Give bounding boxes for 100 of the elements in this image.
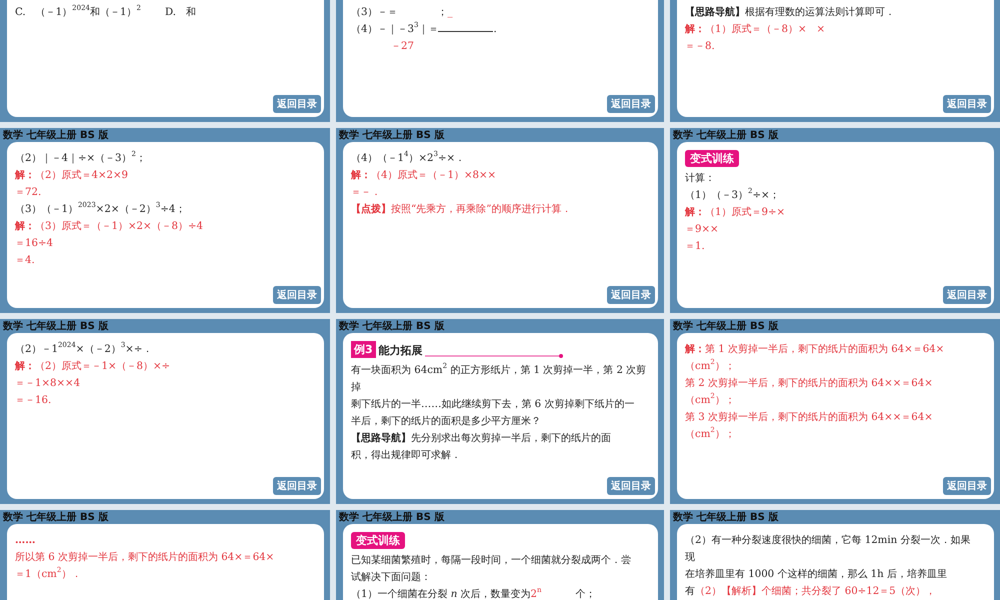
- question-text: （4）（－1$^{4}$）×2$^{3}$÷×．: [351, 150, 466, 166]
- question-text: 有: [685, 585, 695, 599]
- question-text: （2）－1$^{2024}$×（－2）$^{3}$×÷．: [15, 341, 152, 357]
- back-to-contents-button[interactable]: 返回目录: [273, 95, 321, 113]
- question-text: 试解决下面问题：: [351, 570, 431, 585]
- answer-blank: 2$^{n}$: [530, 586, 576, 600]
- answer-text: ＝1.: [685, 240, 705, 254]
- back-to-contents-button[interactable]: 返回目录: [273, 286, 321, 304]
- question-text: 在培养皿里有 1000 个这样的细菌，那么 1h 后，培养皿里: [685, 568, 947, 582]
- answer-text: （1）原式＝（－8）× ×: [705, 22, 826, 37]
- slide-header: 数学 七年级上册 BS 版: [3, 128, 108, 142]
- answer-text: 按照“先乘方，再乘除”的顺序进行计算．: [391, 202, 572, 217]
- slide-card[interactable]: 【思路导航】根据有理数的运算法则计算即可． 解：（1）原式＝（－8）× × ＝－8. 返回目录: [677, 0, 994, 117]
- answer-text: （2）【解析】个细菌；共分裂了 60÷12＝5（次），: [695, 584, 936, 599]
- slide-card[interactable]: 变式训练 已知某细菌繁殖时，每隔一段时间，一个细菌就分裂成两个．尝 试解决下面问题： （1）一个细菌在分裂 n 次后，数量变为2$^{n}$ 个；: [343, 524, 658, 600]
- answer-text: （cm$^{2}$）；: [685, 358, 735, 374]
- question-text: ；: [437, 6, 448, 20]
- question-text: （2）｜－4｜÷×（－3）$^{2}$；: [15, 150, 146, 166]
- slide-header: 数学 七年级上册 BS 版: [673, 510, 778, 524]
- slide-card[interactable]: 变式训练 计算： （1）（－3）$^{2}$÷×； 解：（1）原式＝9÷× ＝9×× ＝1. 返回目录: [677, 142, 994, 308]
- slide-card[interactable]: （4）（－1$^{4}$）×2$^{3}$÷×． 解：（4）原式＝（－1）×8×× ＝－． 【点拨】按照“先乘方，再乘除”的顺序进行计算． 返回目录: [343, 142, 658, 308]
- question-text: 已知某细菌繁殖时，每隔一段时间，一个细菌就分裂成两个．尝: [351, 554, 631, 568]
- back-to-contents-button[interactable]: 返回目录: [943, 95, 991, 113]
- question-text: （3）（－1）$^{2023}$×2×（－2）$^{3}$÷4；: [15, 201, 186, 217]
- question-text: （2）有一种分裂速度很快的细菌，它每 12min 分裂一次．如果: [685, 534, 970, 548]
- option-text: D. 和: [165, 6, 198, 20]
- back-to-contents-button[interactable]: 返回目录: [607, 477, 655, 495]
- question-text: （3）－＝: [351, 6, 398, 20]
- question-text: 先分别求出每次剪掉一半后，剩下的纸片的面: [411, 432, 611, 446]
- section-tag: 变式训练: [351, 532, 405, 549]
- slide-card[interactable]: C. （－1）$^{2024}$和（－1）$^{2}$ D. 和 返回目录: [7, 0, 324, 117]
- question-text: 个；: [576, 588, 596, 600]
- slide-card[interactable]: 例3 能力拓展 有一块面积为 64cm$^{2}$ 的正方形纸片，第 1 次剪掉一半，第 2 次剪 掉 剩下纸片的一半……如此继续剪下去，第 6 次剪掉剩下纸片的一 半后，剩下的纸片的面积是多少平方厘米？ 【思路导航】先分别求出每次剪掉一半后，剩下的纸片的面 积，得出规律即可求解． 返回目录: [343, 333, 658, 499]
- answer-text: （1）原式＝9÷×: [705, 206, 786, 220]
- example-number: 例3: [351, 341, 376, 358]
- question-text: 半后，剩下的纸片的面积是多少平方厘米？: [351, 414, 541, 429]
- solution-label: 解：: [685, 22, 705, 37]
- back-to-contents-button[interactable]: 返回目录: [943, 477, 991, 495]
- answer-text: （4）原式＝（－1）×8××: [371, 168, 496, 183]
- slide-header: 数学 七年级上册 BS 版: [339, 320, 444, 333]
- back-to-contents-button[interactable]: 返回目录: [943, 286, 991, 304]
- answer-text: （2）原式＝4×2×9: [35, 168, 128, 183]
- slide-header: 数学 七年级上册 BS 版: [673, 128, 778, 142]
- question-text: 掉: [351, 380, 361, 395]
- tip-label: 【点拨】: [351, 202, 391, 217]
- answer-text: 所以第 6 次剪掉一半后，剩下的纸片的面积为 64×＝64×: [15, 550, 274, 565]
- hint-label: 【思路导航】: [351, 431, 411, 446]
- solution-label: 解：: [351, 168, 371, 183]
- question-text: （1）（－3）$^{2}$÷×；: [685, 187, 780, 203]
- option-text: C. （－1）$^{2024}$和（－1）$^{2}$: [15, 4, 142, 20]
- answer-text: （cm$^{2}$）；: [685, 392, 735, 408]
- answer-text: ＝4.: [15, 254, 35, 268]
- answer-text: 第 1 次剪掉一半后，剩下的纸片的面积为 64×＝64×: [705, 342, 944, 357]
- back-to-contents-button[interactable]: 返回目录: [607, 95, 655, 113]
- question-text: .: [493, 23, 497, 37]
- question-text: 有一块面积为 64cm$^{2}$ 的正方形纸片，第 1 次剪掉一半，第 2 次剪: [351, 362, 646, 378]
- example-title: 能力拓展: [378, 343, 423, 358]
- back-to-contents-button[interactable]: 返回目录: [607, 286, 655, 304]
- question-text: 剩下纸片的一半……如此继续剪下去，第 6 次剪掉剩下纸片的一: [351, 398, 634, 412]
- slide-card[interactable]: （2）有一种分裂速度很快的细菌，它每 12min 分裂一次．如果 现 在培养皿里有 1000 个这样的细菌，那么 1h 后，培养皿里 有（2）【解析】个细菌；共分裂了 60÷12＝5（次），: [677, 524, 994, 600]
- answer-text: ＝72.: [15, 186, 42, 200]
- question-text: 积，得出规律即可求解．: [351, 448, 461, 463]
- question-text: （4）－｜－3$^{3}$｜＝: [351, 21, 438, 37]
- answer-text: 第 2 次剪掉一半后，剩下的纸片的面积为 64××＝64×: [685, 376, 933, 391]
- slide-header: 数学 七年级上册 BS 版: [3, 320, 108, 333]
- answer-text: －27: [391, 40, 414, 54]
- slide-header: 数学 七年级上册 BS 版: [339, 128, 444, 142]
- solution-label: 解：: [15, 168, 35, 183]
- solution-label: 解：: [15, 219, 35, 234]
- slide-header: 数学 七年级上册 BS 版: [339, 510, 444, 524]
- answer-text: _: [447, 6, 453, 20]
- answer-text: （3）原式＝（－1）×2×（－8）÷4: [35, 220, 204, 234]
- answer-text: ＝1（cm$^{2}$）．: [15, 566, 82, 582]
- solution-label: 解：: [685, 205, 705, 220]
- answer-text: （cm$^{2}$）；: [685, 426, 735, 442]
- slide-card[interactable]: 解：第 1 次剪掉一半后，剩下的纸片的面积为 64×＝64× （cm$^{2}$）； 第 2 次剪掉一半后，剩下的纸片的面积为 64××＝64× （cm$^{2}$）； 第 3 次剪掉一半后，剩下的纸片的面积为 64××＝64× （cm$^{2}$）； 返回目录: [677, 333, 994, 499]
- slide-header: 数学 七年级上册 BS 版: [673, 320, 778, 333]
- answer-text: ＝－16.: [15, 394, 52, 408]
- section-tag: 变式训练: [685, 150, 739, 167]
- answer-text: ＝－1×8××4: [15, 377, 80, 391]
- question-text: （1）一个细菌在分裂 n 次后，数量变为: [351, 588, 531, 600]
- back-to-contents-button[interactable]: 返回目录: [273, 477, 321, 495]
- slide-header: 数学 七年级上册 BS 版: [3, 510, 108, 524]
- tip-label: ……: [15, 533, 36, 548]
- solution-label: 解：: [685, 342, 705, 357]
- question-text: 根据有理数的运算法则计算即可．: [745, 6, 895, 20]
- question-text: 计算：: [685, 172, 715, 186]
- answer-text: ＝16÷4: [15, 237, 53, 251]
- solution-label: 解：: [15, 359, 35, 374]
- answer-text: 第 3 次剪掉一半后，剩下的纸片的面积为 64××＝64×: [685, 410, 933, 425]
- slide-card[interactable]: …… 所以第 6 次剪掉一半后，剩下的纸片的面积为 64×＝64× ＝1（cm$^{2}$）．: [7, 524, 324, 600]
- answer-text: ＝－8.: [685, 40, 715, 54]
- answer-text: ＝－．: [351, 186, 381, 200]
- question-text: 现: [685, 551, 695, 565]
- slide-card[interactable]: （2）－1$^{2024}$×（－2）$^{3}$×÷． 解：（2）原式＝－1×（－8）×÷ ＝－1×8××4 ＝－16. 返回目录: [7, 333, 324, 499]
- hint-label: 【思路导航】: [685, 5, 745, 20]
- slide-card[interactable]: （2）｜－4｜÷×（－3）$^{2}$； 解：（2）原式＝4×2×9 ＝72. （3）（－1）$^{2023}$×2×（－2）$^{3}$÷4； 解：（3）原式＝（－1）×2×（－8）÷4 ＝16÷4 ＝4. 返回目录: [7, 142, 324, 308]
- slide-card[interactable]: （3）－＝ ；_ （4）－｜－3$^{3}$｜＝ . －27 返回目录: [343, 0, 658, 117]
- answer-text: （2）原式＝－1×（－8）×÷: [35, 360, 170, 374]
- answer-text: ＝9××: [685, 223, 719, 237]
